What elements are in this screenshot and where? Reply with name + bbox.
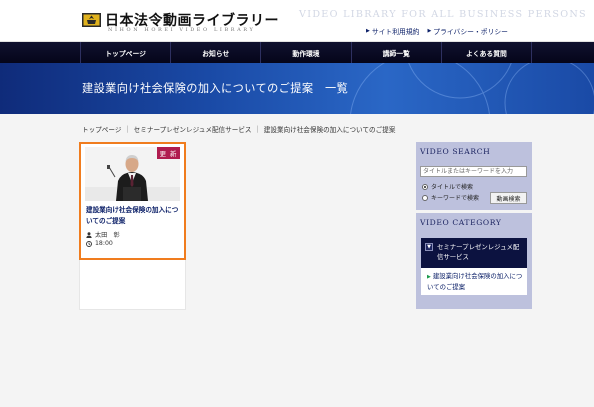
category-group-seminar[interactable]: ▼ セミナープレゼンレジュメ配信サービス <box>421 238 527 268</box>
main-nav: トップページ お知らせ 動作環境 講師一覧 よくある質問 <box>0 42 594 63</box>
search-by-title-option[interactable]: タイトルで検索 <box>422 182 473 191</box>
arrow-right-icon: ▶ <box>427 274 431 280</box>
category-group-label: セミナープレゼンレジュメ配信サービス <box>437 243 520 261</box>
video-title[interactable]: 建設業向け社会保険の加入についてのご提案 <box>86 205 181 226</box>
nav-item-news[interactable]: お知らせ <box>171 42 262 63</box>
presenter-name: 太田 彰 <box>95 232 120 239</box>
page-banner: 建設業向け社会保険の加入についてのご提案 一覧 <box>0 63 594 114</box>
chevron-down-icon: ▼ <box>425 243 433 251</box>
nav-item-top[interactable]: トップページ <box>81 42 172 63</box>
video-category-panel: VIDEO CATEGORY ▼ セミナープレゼンレジュメ配信サービス ▶ 建設業… <box>416 213 532 309</box>
person-icon <box>86 231 92 238</box>
breadcrumb-separator: | <box>126 125 129 133</box>
category-item-label: 建設業向け社会保険の加入についてのご提案 <box>427 272 523 291</box>
terms-link[interactable]: ▶ サイト利用規約 <box>366 26 419 36</box>
breadcrumb-category[interactable]: セミナープレゼンレジュメ配信サービス <box>134 124 252 134</box>
privacy-link-label: プライバシー・ポリシー <box>433 28 508 36</box>
terms-link-label: サイト利用規約 <box>371 28 420 36</box>
search-input[interactable]: タイトルまたはキーワードを入力 <box>420 166 527 177</box>
video-search-heading: VIDEO SEARCH <box>420 147 491 156</box>
category-item-construction[interactable]: ▶ 建設業向け社会保険の加入についてのご提案 <box>421 268 527 295</box>
breadcrumb-top[interactable]: トップページ <box>82 124 121 134</box>
search-by-keyword-label: キーワードで検索 <box>431 195 480 202</box>
video-presenter: 太田 彰 <box>86 230 120 239</box>
video-category-heading: VIDEO CATEGORY <box>420 218 502 227</box>
breadcrumb-separator: | <box>256 125 259 133</box>
utility-links: ▶ サイト利用規約 ▶ プライバシー・ポリシー <box>366 26 508 36</box>
video-search-panel: VIDEO SEARCH タイトルまたはキーワードを入力 タイトルで検索 キーワ… <box>416 142 532 210</box>
updated-badge: 更 新 <box>157 147 180 159</box>
nav-item-instructors[interactable]: 講師一覧 <box>352 42 442 63</box>
video-search-button[interactable]: 動画検索 <box>490 192 527 204</box>
video-list-panel <box>79 260 186 310</box>
video-thumbnail[interactable]: 更 新 <box>85 147 180 201</box>
arrow-right-icon: ▶ <box>427 28 432 34</box>
search-by-keyword-option[interactable]: キーワードで検索 <box>422 193 479 202</box>
page-title: 建設業向け社会保険の加入についてのご提案 一覧 <box>82 82 349 95</box>
breadcrumb-current: 建設業向け社会保険の加入についてのご提案 <box>263 126 396 134</box>
privacy-link[interactable]: ▶ プライバシー・ポリシー <box>427 26 508 36</box>
nav-item-environment[interactable]: 動作環境 <box>261 42 352 63</box>
site-header: 日本法令動画ライブラリー NIHON HOREI VIDEO LIBRARY V… <box>0 0 594 42</box>
search-by-title-label: タイトルで検索 <box>431 184 474 191</box>
duration-value: 18:00 <box>95 240 113 247</box>
video-duration: 18:00 <box>86 240 113 247</box>
clock-icon <box>86 240 92 247</box>
logo-emblem-icon <box>82 13 101 27</box>
logo-subtitle: NIHON HOREI VIDEO LIBRARY <box>108 27 256 33</box>
breadcrumb: トップページ | セミナープレゼンレジュメ配信サービス | 建設業向け社会保険の… <box>82 124 395 134</box>
radio-selected-icon <box>422 183 428 190</box>
header-tagline: VIDEO LIBRARY FOR ALL BUSINESS PERSONS <box>299 9 587 20</box>
radio-unselected-icon <box>422 194 428 201</box>
arrow-right-icon: ▶ <box>366 28 370 34</box>
video-card[interactable]: 更 新 建設業向け社会保険の加入についてのご提案 太田 彰 18:00 <box>79 142 186 260</box>
nav-item-faq[interactable]: よくある質問 <box>442 42 533 63</box>
